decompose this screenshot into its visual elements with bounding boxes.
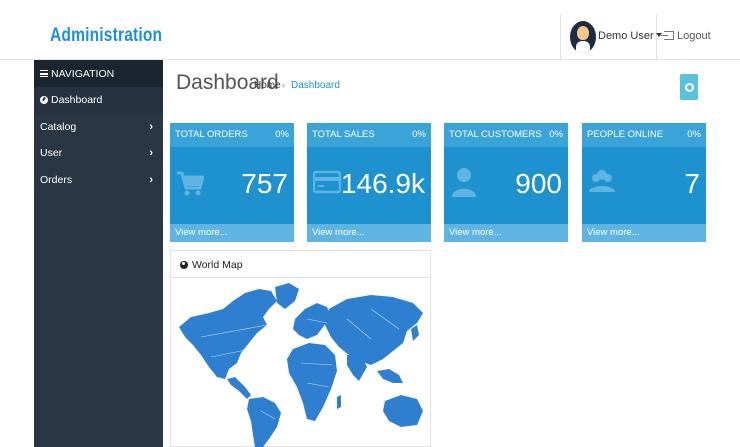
breadcrumb-dashboard[interactable]: Dashboard: [291, 80, 340, 91]
credit-card-icon: [313, 170, 341, 194]
australia-shape[interactable]: [383, 395, 423, 427]
view-more-link[interactable]: View more...: [444, 224, 568, 242]
view-more-link[interactable]: View more...: [170, 224, 294, 242]
user-icon: [452, 168, 476, 197]
tile-percent: 0%: [412, 129, 426, 140]
tile-value: 7: [684, 168, 700, 199]
tile-value: 146.9k: [340, 168, 425, 199]
world-map[interactable]: [171, 279, 430, 447]
tile-header: TOTAL ORDERS 0%: [170, 123, 294, 147]
sidebar: NAVIGATION Dashboard Catalog › User › Or…: [34, 60, 163, 447]
tile-label: TOTAL ORDERS: [175, 129, 248, 140]
world-map-header: World Map: [171, 251, 430, 278]
logout-label: Logout: [677, 30, 711, 42]
chevron-right-icon: ›: [149, 173, 153, 186]
user-name[interactable]: Demo User: [598, 30, 662, 42]
chevron-right-icon: ›: [149, 147, 153, 159]
dashboard-icon: [40, 96, 48, 104]
southeast-asia-shape[interactable]: [377, 369, 403, 383]
navigation-title: NAVIGATION: [51, 68, 115, 80]
tile-total-orders: TOTAL ORDERS 0% 757 View more...: [170, 123, 294, 242]
tile-percent: 0%: [687, 129, 701, 140]
top-header: Administration Demo User Logout: [0, 0, 740, 60]
cart-icon: [177, 171, 204, 196]
tile-header: PEOPLE ONLINE 0%: [582, 123, 706, 147]
sidebar-item-label: Dashboard: [51, 94, 103, 106]
view-more-link[interactable]: View more...: [582, 224, 706, 242]
tile-header: TOTAL CUSTOMERS 0%: [444, 123, 568, 147]
sidebar-item-dashboard[interactable]: Dashboard: [34, 87, 163, 114]
central-america-shape[interactable]: [227, 377, 251, 399]
sidebar-item-label: Catalog: [40, 120, 77, 133]
tile-total-customers: TOTAL CUSTOMERS 0% 900 View more...: [444, 123, 568, 242]
sidebar-item-label: Orders: [40, 173, 73, 186]
tile-percent: 0%: [275, 129, 289, 140]
tile-percent: 0%: [549, 129, 563, 140]
sidebar-item-orders[interactable]: Orders ›: [34, 167, 163, 194]
chevron-right-icon: ›: [149, 120, 153, 133]
africa-shape[interactable]: [287, 343, 337, 421]
world-map-panel: World Map: [170, 250, 431, 447]
navigation-header[interactable]: NAVIGATION: [34, 60, 163, 87]
view-more-link[interactable]: View more...: [307, 224, 431, 242]
sidebar-item-label: User: [40, 147, 63, 159]
settings-button[interactable]: [680, 74, 698, 100]
logout-link[interactable]: Logout: [661, 30, 711, 42]
sidebar-item-catalog[interactable]: Catalog ›: [34, 114, 163, 141]
users-icon: [589, 170, 615, 192]
tile-people-online: PEOPLE ONLINE 0% 7 View more...: [582, 123, 706, 242]
asia-shape[interactable]: [325, 295, 423, 365]
north-america-shape[interactable]: [179, 289, 277, 379]
app-logo[interactable]: Administration: [50, 25, 162, 47]
tile-label: TOTAL SALES: [312, 129, 375, 140]
sign-out-icon: [661, 31, 674, 40]
breadcrumb-home[interactable]: Home: [254, 80, 281, 91]
tile-value: 900: [515, 168, 562, 199]
greenland-shape[interactable]: [275, 283, 299, 309]
tile-label: PEOPLE ONLINE: [587, 129, 664, 140]
madagascar-shape[interactable]: [337, 395, 341, 409]
user-name-label: Demo User: [598, 30, 654, 42]
user-menu[interactable]: Demo User: [560, 14, 662, 60]
breadcrumb-separator: ›: [282, 80, 285, 90]
tile-total-sales: TOTAL SALES 0% 146.9k View more...: [307, 123, 431, 242]
europe-shape[interactable]: [293, 303, 331, 339]
tile-header: TOTAL SALES 0%: [307, 123, 431, 147]
menu-icon: [40, 70, 48, 77]
avatar: [570, 21, 596, 53]
tile-label: TOTAL CUSTOMERS: [449, 129, 542, 140]
globe-icon: [180, 261, 188, 269]
japan-shape[interactable]: [411, 325, 419, 341]
tile-value: 757: [241, 168, 288, 199]
world-map-title: World Map: [192, 259, 243, 271]
sidebar-item-user[interactable]: User ›: [34, 140, 163, 167]
south-america-shape[interactable]: [247, 397, 281, 447]
